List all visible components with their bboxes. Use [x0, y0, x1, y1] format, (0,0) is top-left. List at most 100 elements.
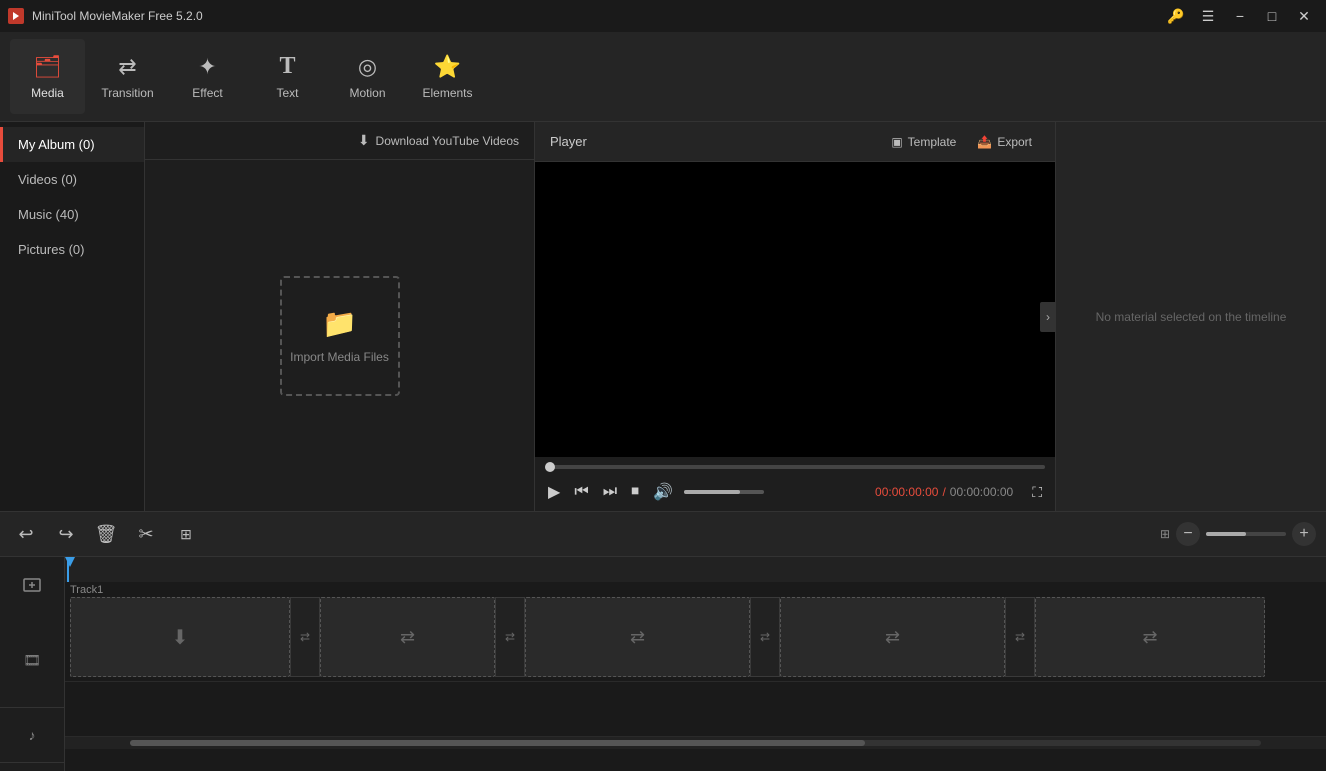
transition4-icon: ⇄	[1015, 630, 1025, 644]
toolbar-item-media[interactable]: 🗂 Media	[10, 39, 85, 114]
toolbar-label-effect: Effect	[192, 86, 222, 100]
track-transition-4[interactable]: ⇄	[1005, 597, 1035, 677]
horizontal-scrollbar[interactable]	[130, 740, 1261, 746]
progress-handle[interactable]	[545, 462, 555, 472]
redo-button[interactable]: ↪	[50, 518, 82, 550]
add-track-button[interactable]	[12, 565, 52, 605]
clip3-swap-icon: ⇄	[630, 627, 645, 648]
toolbar-item-effect[interactable]: ✦ Effect	[170, 39, 245, 114]
volume-fill	[684, 490, 740, 494]
minimize-button[interactable]: −	[1226, 6, 1254, 26]
template-button[interactable]: ▣ Template	[883, 131, 964, 153]
total-time: 00:00:00:00	[950, 485, 1013, 499]
toolbar-item-transition[interactable]: ⇄ Transition	[90, 39, 165, 114]
app-title: MiniTool MovieMaker Free 5.2.0	[32, 9, 203, 23]
play-button[interactable]: ▶	[545, 479, 563, 505]
current-time: 00:00:00:00	[875, 485, 938, 499]
media-icon: 🗂	[34, 54, 62, 80]
toolbar-label-transition: Transition	[101, 86, 153, 100]
timeline-area: ↩ ↪ 🗑 ✂ ⊞ ⊞ − + 🎞	[0, 511, 1326, 771]
clip2-swap-icon: ⇄	[400, 627, 415, 648]
video-preview	[535, 162, 1055, 457]
track1-row: Track1 ⬇ ⇄ ⇄ ⇄ ⇄	[65, 582, 1326, 682]
player-header: Player ▣ Template 📤 Export	[535, 122, 1055, 162]
player-actions: ▣ Template 📤 Export	[883, 131, 1040, 153]
timeline-toolbar: ↩ ↪ 🗑 ✂ ⊞ ⊞ − +	[0, 512, 1326, 557]
zoom-plus-button[interactable]: +	[1292, 522, 1316, 546]
undo-button[interactable]: ↩	[10, 518, 42, 550]
download-youtube-button[interactable]: ⬇ Download YouTube Videos	[358, 132, 519, 149]
fullscreen-button[interactable]: ⛶	[1029, 481, 1045, 504]
media-area: ⬇ Download YouTube Videos 📁 Import Media…	[145, 122, 534, 511]
playhead-area	[65, 557, 1326, 582]
sidebar-item-my-album[interactable]: My Album (0)	[0, 127, 144, 162]
volume-slider[interactable]	[684, 490, 764, 494]
player-progress[interactable]	[535, 457, 1055, 473]
clip5-swap-icon: ⇄	[1142, 627, 1157, 648]
track-clip-2[interactable]: ⇄	[320, 597, 495, 677]
skip-back-button[interactable]: ⏮	[571, 480, 591, 504]
toolbar-item-text[interactable]: T Text	[250, 39, 325, 114]
progress-bar[interactable]	[545, 465, 1045, 469]
left-panel: My Album (0) Videos (0) Music (40) Pictu…	[0, 122, 535, 511]
cut-button[interactable]: ✂	[130, 518, 162, 550]
import-media-box[interactable]: 📁 Import Media Files	[280, 276, 400, 396]
track2-row	[65, 682, 1326, 737]
download-icon: ⬇	[358, 132, 370, 149]
menu-button[interactable]: ☰	[1194, 6, 1222, 26]
skip-forward-button[interactable]: ⏭	[600, 480, 620, 504]
timeline-tracks: Track1 ⬇ ⇄ ⇄ ⇄ ⇄	[65, 557, 1326, 771]
key-button[interactable]: 🔑	[1162, 6, 1190, 26]
transition-icon: ⇄	[118, 54, 136, 80]
sidebar-item-videos[interactable]: Videos (0)	[0, 162, 144, 197]
transition1-icon: ⇄	[300, 630, 310, 644]
sidebar-item-music[interactable]: Music (40)	[0, 197, 144, 232]
timeline-content: 🎞 ♪ Track1 ⬇ ⇄	[0, 557, 1326, 771]
elements-icon: ⭐	[434, 54, 461, 80]
zoom-minus-button[interactable]: −	[1176, 522, 1200, 546]
track-label-area: 🎞 ♪	[0, 613, 64, 771]
template-icon: ▣	[891, 135, 902, 149]
import-area: 📁 Import Media Files	[145, 160, 534, 511]
export-button[interactable]: 📤 Export	[969, 131, 1040, 153]
toolbar-item-elements[interactable]: ⭐ Elements	[410, 39, 485, 114]
export-icon: 📤	[977, 135, 992, 149]
motion-icon: ◎	[358, 54, 377, 80]
clip4-swap-icon: ⇄	[885, 627, 900, 648]
crop-button[interactable]: ⊞	[170, 518, 202, 550]
toolbar-item-motion[interactable]: ◎ Motion	[330, 39, 405, 114]
toolbar: 🗂 Media ⇄ Transition ✦ Effect T Text ◎ M…	[0, 32, 1326, 122]
title-bar-left: MiniTool MovieMaker Free 5.2.0	[8, 8, 203, 24]
track-music-icon[interactable]: ♪	[18, 721, 46, 749]
track-clip-1[interactable]: ⬇	[70, 597, 290, 677]
media-header: ⬇ Download YouTube Videos	[145, 122, 534, 160]
zoom-fill	[1206, 532, 1246, 536]
volume-button[interactable]: 🔊	[650, 479, 676, 505]
zoom-bar[interactable]	[1206, 532, 1286, 536]
track-transition-1[interactable]: ⇄	[290, 597, 320, 677]
folder-icon: 📁	[322, 307, 357, 340]
collapse-panel-button[interactable]: ›	[1040, 302, 1056, 332]
app-logo	[8, 8, 24, 24]
sidebar-item-pictures[interactable]: Pictures (0)	[0, 232, 144, 267]
track1-label: Track1	[70, 584, 103, 596]
track-clip-5[interactable]: ⇄	[1035, 597, 1265, 677]
close-button[interactable]: ✕	[1290, 6, 1318, 26]
title-bar: MiniTool MovieMaker Free 5.2.0 🔑 ☰ − □ ✕	[0, 0, 1326, 32]
track-transition-2[interactable]: ⇄	[495, 597, 525, 677]
transition3-icon: ⇄	[760, 630, 770, 644]
toolbar-label-media: Media	[31, 86, 64, 100]
player-controls: ▶ ⏮ ⏭ ⏹ 🔊 00:00:00:00 / 00:00:00:00 ⛶	[535, 473, 1055, 511]
toolbar-label-elements: Elements	[422, 86, 472, 100]
toolbar-label-text: Text	[276, 86, 298, 100]
track-transition-3[interactable]: ⇄	[750, 597, 780, 677]
track-clip-4[interactable]: ⇄	[780, 597, 1005, 677]
transition2-icon: ⇄	[505, 630, 515, 644]
track-film-icon[interactable]: 🎞	[18, 646, 46, 674]
sidebar: My Album (0) Videos (0) Music (40) Pictu…	[0, 122, 145, 511]
delete-button[interactable]: 🗑	[90, 518, 122, 550]
track-clip-3[interactable]: ⇄	[525, 597, 750, 677]
maximize-button[interactable]: □	[1258, 6, 1286, 26]
scrollbar-thumb[interactable]	[130, 740, 865, 746]
stop-button[interactable]: ⏹	[628, 480, 642, 504]
